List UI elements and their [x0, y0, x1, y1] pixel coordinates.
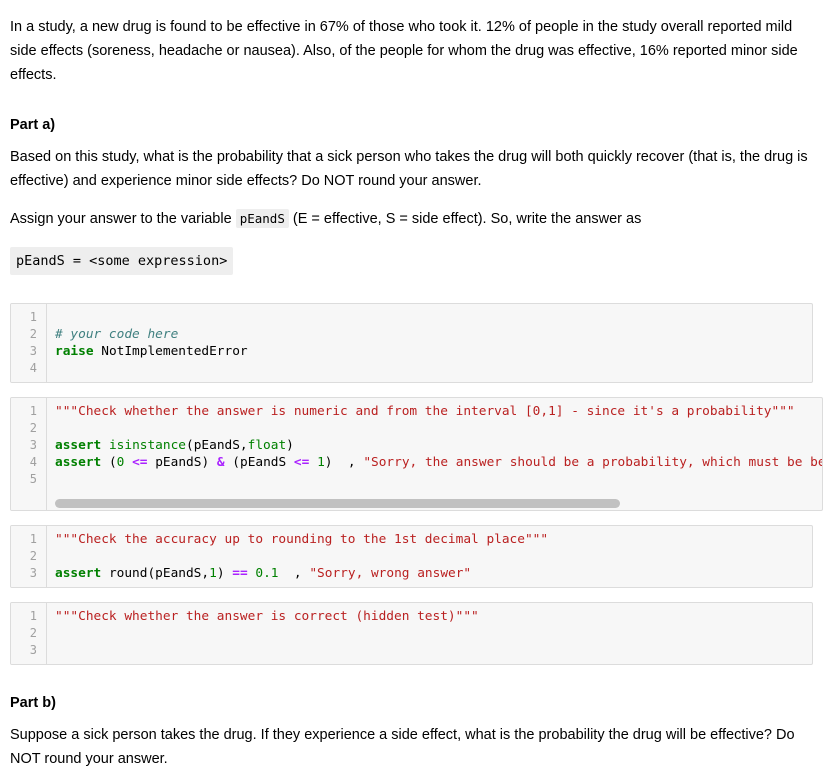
- line-number: 2: [29, 626, 37, 640]
- code-token: 0.1: [255, 566, 279, 581]
- part-a-assign-instruction: Assign your answer to the variable pEand…: [10, 193, 813, 231]
- code-cell-solution[interactable]: 1234 # your code here raise NotImplemente…: [10, 303, 813, 383]
- line-number: 1: [29, 404, 37, 418]
- code-token: ) ,: [324, 455, 364, 470]
- line-number-gutter: 1 2 3 4: [11, 304, 47, 382]
- horizontal-scrollbar[interactable]: [55, 499, 822, 508]
- line-number: 4: [29, 361, 37, 375]
- code-token: "Sorry, wrong answer": [309, 566, 472, 581]
- code-token: (pEandS: [224, 455, 294, 470]
- code-line: # your code here: [55, 326, 812, 343]
- code-cell-test-rounding[interactable]: 1 2 3 """Check the accuracy up to rounding…: [10, 525, 813, 588]
- code-token: assert: [55, 438, 102, 453]
- code-cell-test-numeric[interactable]: 1 2 3 4 5 """Check whether the answer is num…: [10, 397, 823, 511]
- assign-suffix-text: (E = effective, S = side effect). So, wr…: [292, 211, 642, 227]
- line-number: 3: [29, 344, 37, 358]
- notebook-container: In a study, a new drug is found to be ef…: [0, 0, 823, 771]
- code-token: ==: [232, 566, 248, 581]
- code-line: """Check the accuracy up to rounding to …: [55, 531, 812, 548]
- line-number: 4: [29, 455, 37, 469]
- code-editor-area[interactable]: """Check the accuracy up to rounding to …: [47, 526, 812, 587]
- code-token: 1: [317, 455, 325, 470]
- code-token: ): [216, 566, 233, 581]
- line-number: 3: [29, 566, 37, 580]
- code-token: 1: [209, 566, 217, 581]
- part-b-question: Suppose a sick person takes the drug. If…: [10, 727, 795, 767]
- code-token: pEandS): [147, 455, 217, 470]
- line-number: 2: [29, 421, 37, 435]
- code-editor-area[interactable]: """Check whether the answer is correct (…: [47, 603, 812, 664]
- code-token: &: [216, 455, 225, 470]
- code-token: <=: [293, 455, 310, 470]
- code-token: (: [101, 455, 117, 470]
- code-token: raise: [55, 344, 94, 359]
- variable-name-code: pEandS: [235, 209, 289, 228]
- scrollbar-thumb[interactable]: [55, 499, 620, 508]
- code-line: """Check whether the answer is numeric a…: [55, 403, 822, 420]
- line-number: 5: [29, 472, 37, 486]
- line-number-gutter: 1 2 3: [11, 603, 47, 664]
- answer-template-codeblock: pEandS = <some expression>: [10, 247, 234, 275]
- code-token: float: [247, 438, 287, 453]
- code-token: assert: [55, 566, 102, 581]
- line-number: 1: [29, 609, 37, 623]
- line-number: 1: [29, 310, 37, 324]
- code-token: """Check whether the answer is numeric a…: [55, 404, 795, 419]
- intro-paragraph: In a study, a new drug is found to be ef…: [10, 19, 798, 83]
- code-cell-test-hidden[interactable]: 1 2 3 """Check whether the answer is corre…: [10, 602, 813, 665]
- assign-prefix-text: Assign your answer to the variable: [10, 211, 232, 227]
- line-number: 2: [29, 327, 37, 341]
- part-a-question: Based on this study, what is the probabi…: [10, 149, 808, 189]
- line-number: 1: [29, 532, 37, 546]
- code-token: round(pEandS,: [101, 566, 210, 581]
- code-line: assert isinstance(pEandS,float): [55, 437, 822, 454]
- code-token: """Check whether the answer is correct (…: [55, 609, 479, 624]
- code-token: ,: [278, 566, 310, 581]
- code-token: (pEandS,: [186, 438, 248, 453]
- code-editor-area[interactable]: """Check whether the answer is numeric a…: [47, 398, 822, 493]
- code-token: isinstance: [108, 438, 186, 453]
- part-a-heading: Part a): [10, 117, 56, 133]
- code-token: ): [286, 438, 294, 453]
- code-token: "Sorry, the answer should be a probabili…: [363, 455, 822, 470]
- code-scroll-container: """Check whether the answer is numeric a…: [47, 398, 822, 510]
- line-number-gutter: 1 2 3 4 5: [11, 398, 47, 510]
- line-number-gutter: 1 2 3: [11, 526, 47, 587]
- code-token: NotImplementedError: [93, 344, 248, 359]
- part-b-heading: Part b): [10, 695, 56, 711]
- line-number: 3: [29, 643, 37, 657]
- code-line: assert round(pEandS,1) == 0.1 , "Sorry, …: [55, 565, 812, 582]
- line-number: 2: [29, 549, 37, 563]
- code-editor-area[interactable]: # your code here raise NotImplementedErro…: [47, 304, 812, 382]
- code-token: """Check the accuracy up to rounding to …: [55, 532, 549, 547]
- code-line: """Check whether the answer is correct (…: [55, 608, 812, 625]
- code-token: assert: [55, 455, 102, 470]
- code-token: # your code here: [55, 327, 179, 342]
- line-number: 3: [29, 438, 37, 452]
- code-line: raise NotImplementedError: [55, 343, 812, 360]
- code-line: assert (0 <= pEandS) & (pEandS <= 1) , "…: [55, 454, 822, 471]
- code-token: <=: [132, 455, 148, 470]
